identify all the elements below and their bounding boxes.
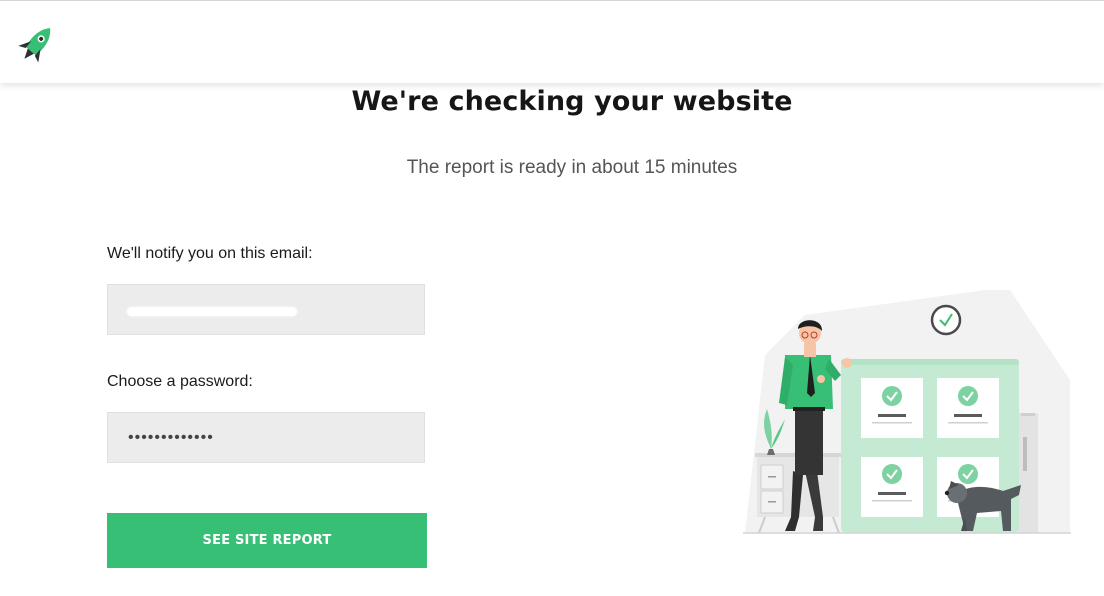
page-subtitle: The report is ready in about 15 minutes [406, 157, 738, 178]
redaction-mark [127, 307, 297, 316]
report-card [861, 457, 923, 517]
check-icon [958, 386, 978, 406]
rocket-icon[interactable] [14, 21, 58, 69]
check-icon [882, 464, 902, 484]
password-label: Choose a password: [107, 373, 253, 390]
header-bar [0, 1, 1104, 83]
clock-icon [930, 304, 962, 336]
see-site-report-button[interactable]: SEE SITE REPORT [107, 513, 427, 568]
email-label: We'll notify you on this email: [107, 245, 313, 262]
report-illustration [743, 290, 1071, 534]
password-field[interactable] [107, 412, 425, 463]
check-icon [958, 464, 978, 484]
report-card [937, 378, 999, 438]
shelf [1018, 413, 1038, 533]
check-icon [882, 386, 902, 406]
page-title: We're checking your website [351, 86, 793, 117]
report-card [861, 378, 923, 438]
